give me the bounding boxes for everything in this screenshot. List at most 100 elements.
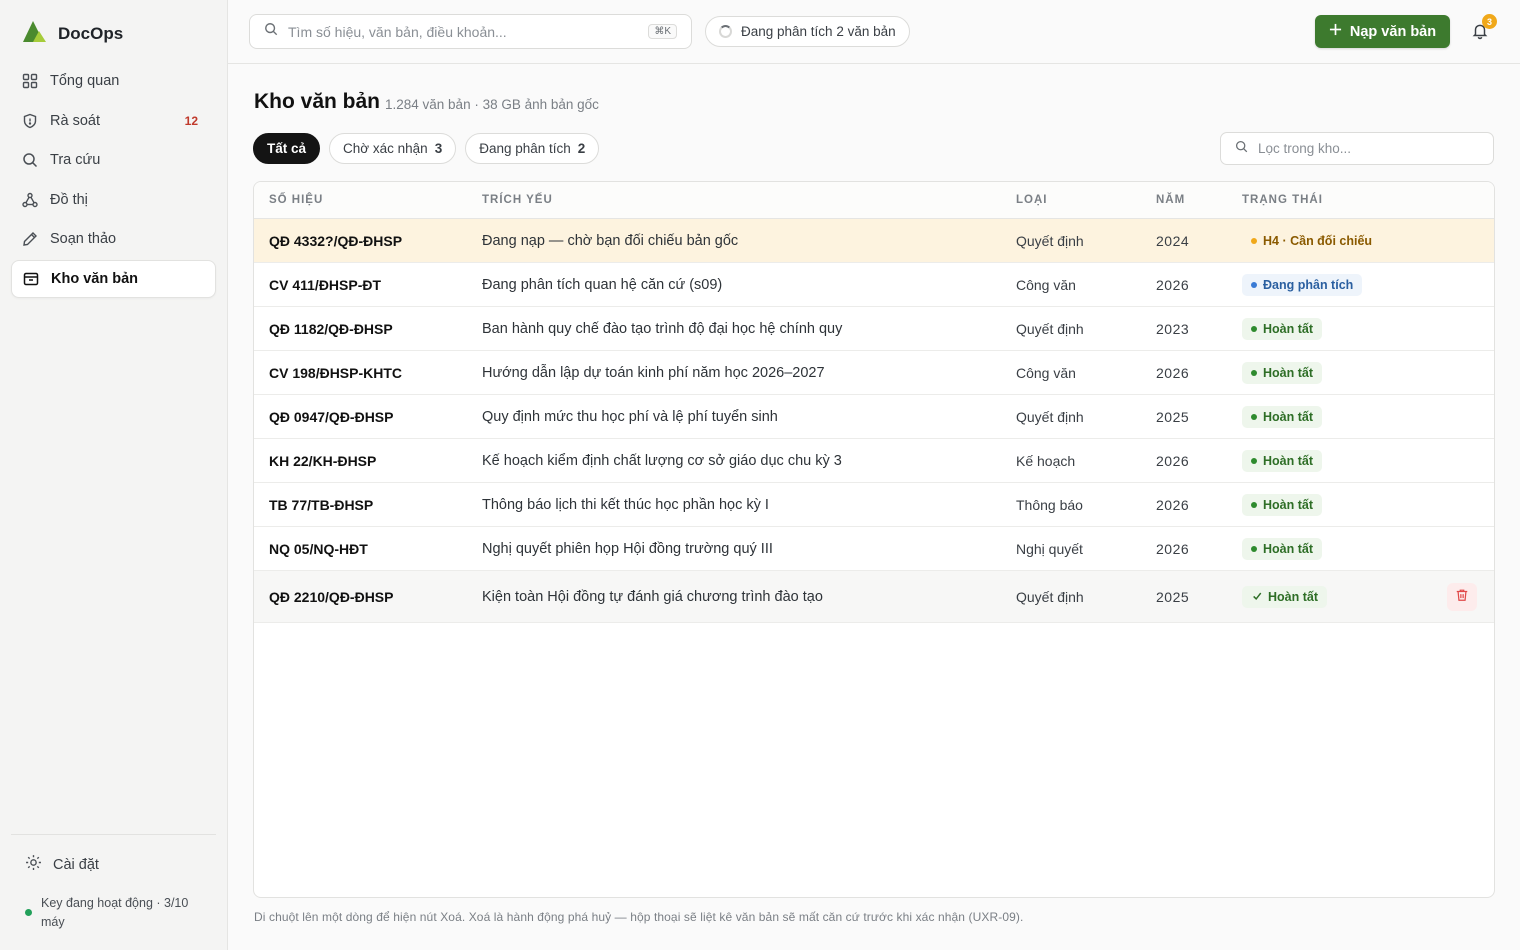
sidebar-item-tra-cuu[interactable]: Tra cứu: [11, 141, 216, 179]
tab-label: Tất cả: [267, 141, 307, 156]
table-row[interactable]: NQ 05/NQ-HĐT Nghị quyết phiên họp Hội đồ…: [254, 527, 1494, 571]
document-type: Quyết định: [1016, 320, 1084, 337]
document-summary: Nghị quyết phiên họp Hội đồng trường quý…: [482, 540, 773, 557]
topbar: ⌘K Đang phân tích 2 văn bản Nạp văn bản …: [228, 0, 1520, 64]
document-year: 2023: [1156, 320, 1190, 337]
status-badge: Hoàn tất: [1242, 405, 1322, 428]
status-text: Hoàn tất: [1263, 409, 1313, 424]
document-year: 2025: [1156, 408, 1190, 425]
document-type: Quyết định: [1016, 408, 1084, 425]
sidebar-item-tong-quan[interactable]: Tổng quan: [11, 62, 216, 100]
status-text: Hoàn tất: [1263, 497, 1313, 512]
status-dot: [1251, 457, 1257, 464]
table-row[interactable]: TB 77/TB-ĐHSP Thông báo lịch thi kết thú…: [254, 483, 1494, 527]
repository-filter[interactable]: [1220, 132, 1494, 165]
status-text: H4 · Cần đối chiếu: [1263, 233, 1373, 248]
status-dot: [1251, 501, 1257, 508]
sidebar: DocOps Tổng quan Rà soát 12 Tra cứu Đồ t…: [0, 0, 228, 950]
status-badge: Hoàn tất: [1242, 449, 1322, 472]
shield-icon: [21, 112, 39, 130]
column-header-year[interactable]: Năm: [1156, 194, 1185, 206]
tab-label: Chờ xác nhận: [343, 141, 428, 156]
document-type: Thông báo: [1016, 496, 1083, 513]
status-badge: Hoàn tất: [1242, 585, 1327, 608]
document-year: 2026: [1156, 276, 1190, 293]
document-year: 2026: [1156, 496, 1190, 513]
tab-analyzing[interactable]: Đang phân tích 2: [465, 133, 600, 164]
table-row[interactable]: QĐ 4332?/QĐ-ĐHSP Đang nạp — chờ bạn đối …: [254, 219, 1494, 263]
status-dot: [1251, 413, 1257, 420]
settings-label: Cài đặt: [53, 856, 99, 873]
document-type: Nghị quyết: [1016, 540, 1083, 557]
notification-badge: 3: [1482, 14, 1497, 29]
key-status: Key đang hoạt động · 3/10 máy: [25, 894, 215, 932]
document-code: NQ 05/NQ-HĐT: [269, 540, 368, 557]
document-summary: Kiện toàn Hội đồng tự đánh giá chương tr…: [482, 588, 823, 605]
table-row[interactable]: QĐ 1182/QĐ-ĐHSP Ban hành quy chế đào tạo…: [254, 307, 1494, 351]
status-text: Hoàn tất: [1263, 321, 1313, 336]
status-text: Hoàn tất: [1263, 541, 1313, 556]
sidebar-item-kho-van-ban[interactable]: Kho văn bản: [11, 259, 216, 298]
sidebar-item-soan-thao[interactable]: Soạn thảo: [11, 220, 216, 258]
column-header-summary[interactable]: Trích yếu: [482, 194, 553, 206]
table-row[interactable]: QĐ 0947/QĐ-ĐHSP Quy định mức thu học phí…: [254, 395, 1494, 439]
review-count-badge: 12: [184, 113, 198, 128]
document-year: 2026: [1156, 540, 1190, 557]
analyzing-status-pill[interactable]: Đang phân tích 2 văn bản: [705, 16, 910, 47]
brand[interactable]: DocOps: [20, 18, 123, 49]
column-header-type[interactable]: Loại: [1016, 194, 1047, 206]
document-summary: Thông báo lịch thi kết thúc học phần học…: [482, 496, 769, 513]
sidebar-item-ra-soat[interactable]: Rà soát 12: [11, 102, 216, 140]
search-icon: [264, 22, 278, 41]
status-badge: Hoàn tất: [1242, 317, 1322, 340]
table-row[interactable]: CV 411/ĐHSP-ĐT Đang phân tích quan hệ că…: [254, 263, 1494, 307]
search-input[interactable]: [288, 23, 628, 40]
column-header-status[interactable]: Trạng thái: [1242, 194, 1323, 206]
status-text: Đang phân tích: [1263, 277, 1354, 292]
plus-icon: [1329, 23, 1342, 40]
document-type: Quyết định: [1016, 588, 1084, 605]
status-badge: Hoàn tất: [1242, 361, 1322, 384]
global-search[interactable]: ⌘K: [249, 14, 692, 49]
page-title: Kho văn bản: [254, 90, 381, 113]
status-badge: Hoàn tất: [1242, 493, 1322, 516]
status-dot: [1251, 237, 1257, 244]
table-row[interactable]: KH 22/KH-ĐHSP Kế hoạch kiểm định chất lư…: [254, 439, 1494, 483]
trash-icon: [1455, 588, 1469, 607]
tab-pending-confirm[interactable]: Chờ xác nhận 3: [329, 133, 457, 164]
documents-table: Số hiệu Trích yếu Loại Năm Trạng thái QĐ…: [253, 181, 1495, 898]
document-year: 2024: [1156, 232, 1190, 249]
key-status-text: Key đang hoạt động · 3/10 máy: [41, 896, 189, 929]
document-summary: Đang nạp — chờ bạn đối chiếu bản gốc: [482, 232, 739, 249]
dashboard-icon: [21, 72, 39, 90]
sidebar-item-label: Rà soát: [50, 112, 100, 129]
filter-input[interactable]: [1258, 141, 1478, 156]
settings-link[interactable]: Cài đặt: [25, 854, 99, 875]
status-dot: [1251, 325, 1257, 332]
sidebar-item-do-thi[interactable]: Đồ thị: [11, 181, 216, 219]
sidebar-item-label: Soạn thảo: [50, 231, 117, 247]
table-row[interactable]: CV 198/ĐHSP-KHTC Hướng dẫn lập dự toán k…: [254, 351, 1494, 395]
search-icon: [21, 151, 39, 169]
status-badge: H4 · Cần đối chiếu: [1242, 230, 1381, 252]
status-text: Hoàn tất: [1263, 453, 1313, 468]
status-text: Hoàn tất: [1263, 365, 1313, 380]
sidebar-item-label: Tổng quan: [50, 73, 120, 89]
search-shortcut-hint: ⌘K: [648, 24, 677, 39]
tab-all[interactable]: Tất cả: [253, 133, 321, 164]
table-header: Số hiệu Trích yếu Loại Năm Trạng thái: [254, 182, 1494, 219]
column-header-code[interactable]: Số hiệu: [269, 194, 323, 206]
status-badge: Đang phân tích: [1242, 273, 1363, 296]
document-summary: Đang phân tích quan hệ căn cứ (s09): [482, 276, 723, 293]
sidebar-divider: [11, 834, 216, 835]
document-type: Công văn: [1016, 276, 1076, 293]
table-row[interactable]: QĐ 2210/QĐ-ĐHSP Kiện toàn Hội đồng tự đá…: [254, 571, 1494, 623]
document-year: 2026: [1156, 452, 1190, 469]
pencil-icon: [21, 230, 39, 248]
graph-icon: [21, 191, 39, 209]
status-tabs: Tất cả Chờ xác nhận 3 Đang phân tích 2: [253, 133, 600, 164]
archive-icon: [22, 270, 40, 288]
document-year: 2025: [1156, 588, 1190, 605]
delete-row-button[interactable]: [1447, 583, 1477, 611]
upload-document-button[interactable]: Nạp văn bản: [1315, 15, 1450, 48]
